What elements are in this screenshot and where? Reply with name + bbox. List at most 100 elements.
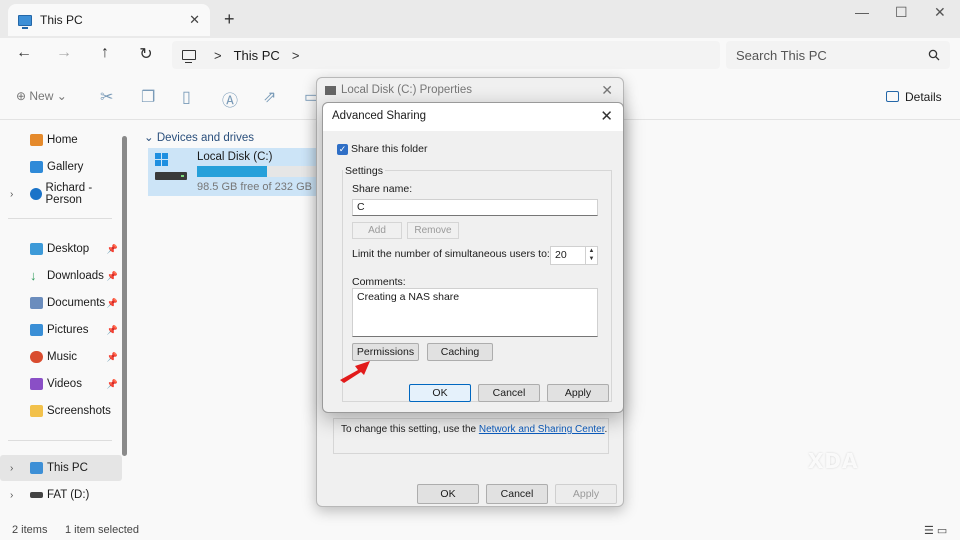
advanced-cancel-button[interactable]: Cancel bbox=[478, 384, 540, 402]
pin-icon: 📌 bbox=[106, 243, 118, 254]
sidebar-item-label: Videos bbox=[47, 378, 82, 390]
sidebar-scrollbar[interactable] bbox=[122, 136, 127, 456]
sidebar-item-label: Richard - Person bbox=[45, 182, 93, 206]
tab-title: This PC bbox=[40, 13, 83, 27]
sidebar-item-fat-d[interactable]: › FAT (D:) bbox=[0, 482, 122, 508]
minimize-icon[interactable]: — bbox=[855, 4, 869, 20]
chevron-right-icon[interactable]: › bbox=[10, 189, 13, 200]
new-tab-icon[interactable]: + bbox=[224, 9, 235, 30]
this-pc-icon bbox=[18, 14, 32, 29]
share-folder-checkbox[interactable]: ✓ Share this folder bbox=[337, 143, 427, 155]
properties-close-icon[interactable]: ✕ bbox=[601, 82, 613, 99]
details-button[interactable]: Details bbox=[886, 90, 942, 104]
forward-icon[interactable]: → bbox=[52, 44, 76, 62]
up-icon[interactable]: ↑ bbox=[93, 44, 117, 62]
share-icon[interactable]: ⇗ bbox=[263, 87, 276, 107]
rename-icon[interactable]: Ⓐ bbox=[222, 87, 238, 111]
section-label: Devices and drives bbox=[156, 132, 254, 144]
item-count: 2 items bbox=[12, 524, 48, 536]
chevron-right-icon[interactable]: › bbox=[10, 463, 13, 474]
xda-watermark-logo: XDA bbox=[808, 449, 859, 473]
sidebar-item-music[interactable]: Music 📌 bbox=[0, 344, 122, 370]
search-icon[interactable] bbox=[928, 49, 940, 61]
properties-title-bar: Local Disk (C:) Properties bbox=[325, 84, 472, 96]
user-limit-value: 20 bbox=[555, 249, 567, 261]
drive-item-c[interactable]: Local Disk (C:) 98.5 GB free of 232 GB bbox=[148, 148, 318, 196]
remove-button[interactable]: Remove bbox=[407, 222, 459, 239]
devices-section-header[interactable]: ⌄ Devices and drives bbox=[144, 130, 254, 144]
sidebar-item-label: Pictures bbox=[47, 324, 89, 336]
sidebar-item-pictures[interactable]: Pictures 📌 bbox=[0, 317, 122, 343]
refresh-icon[interactable]: ↻ bbox=[134, 44, 158, 64]
details-label: Details bbox=[905, 90, 942, 104]
properties-apply-button[interactable]: Apply bbox=[555, 484, 617, 504]
details-pane-icon bbox=[886, 91, 899, 102]
tab-close-icon[interactable]: ✕ bbox=[189, 12, 200, 28]
limit-users-label: Limit the number of simultaneous users t… bbox=[352, 248, 550, 260]
network-sharing-center-link[interactable]: Network and Sharing Center bbox=[479, 424, 605, 435]
network-help-text: To change this setting, use the Network … bbox=[341, 424, 607, 435]
comments-field[interactable]: Creating a NAS share bbox=[352, 288, 598, 337]
monitor-icon bbox=[182, 50, 196, 63]
breadcrumb-this-pc[interactable]: This PC bbox=[234, 48, 280, 63]
sidebar-divider bbox=[8, 218, 112, 219]
sidebar-item-label: Gallery bbox=[47, 161, 84, 173]
chevron-right-icon[interactable]: › bbox=[10, 490, 13, 501]
disk-icon bbox=[325, 85, 336, 95]
pin-icon: 📌 bbox=[106, 351, 118, 362]
breadcrumb-separator-icon[interactable]: > bbox=[214, 48, 222, 63]
gallery-icon bbox=[30, 161, 43, 173]
search-placeholder: Search This PC bbox=[736, 47, 827, 63]
back-icon[interactable]: ← bbox=[12, 44, 36, 62]
sidebar-item-this-pc[interactable]: › This PC bbox=[0, 455, 122, 481]
sidebar-divider bbox=[8, 440, 112, 441]
user-limit-stepper[interactable]: 20 ▲ ▼ bbox=[550, 246, 598, 265]
sidebar-item-gallery[interactable]: Gallery bbox=[0, 154, 122, 180]
close-window-icon[interactable]: ✕ bbox=[934, 4, 946, 21]
sidebar-item-downloads[interactable]: ↓ Downloads 📌 bbox=[0, 263, 122, 289]
caching-button[interactable]: Caching bbox=[427, 343, 493, 361]
advanced-apply-button[interactable]: Apply bbox=[547, 384, 609, 402]
sidebar-item-label: FAT (D:) bbox=[47, 489, 90, 501]
cut-icon[interactable]: ✂ bbox=[100, 87, 113, 107]
tab-this-pc[interactable]: This PC ✕ bbox=[8, 4, 210, 36]
sidebar-item-desktop[interactable]: Desktop 📌 bbox=[0, 236, 122, 262]
share-name-label: Share name: bbox=[352, 183, 413, 195]
sidebar-item-screenshots[interactable]: Screenshots bbox=[0, 398, 122, 424]
pin-icon: 📌 bbox=[106, 297, 118, 308]
desktop-icon bbox=[30, 243, 43, 255]
selection-count: 1 item selected bbox=[65, 524, 139, 536]
breadcrumb-separator-icon[interactable]: > bbox=[292, 48, 300, 63]
share-folder-label: Share this folder bbox=[351, 143, 428, 155]
sidebar-item-onedrive[interactable]: › Richard - Person bbox=[0, 181, 122, 207]
pin-icon: 📌 bbox=[106, 378, 118, 389]
search-input[interactable]: Search This PC bbox=[726, 41, 950, 69]
stepper-arrows-icon[interactable]: ▲ ▼ bbox=[585, 247, 597, 264]
videos-icon bbox=[30, 378, 43, 390]
navigation-bar: ← → ↑ ↻ > This PC > Search This PC bbox=[0, 38, 960, 74]
add-button[interactable]: Add bbox=[352, 222, 402, 239]
sidebar-item-videos[interactable]: Videos 📌 bbox=[0, 371, 122, 397]
properties-title: Local Disk (C:) Properties bbox=[341, 84, 473, 96]
help-prefix: To change this setting, use the bbox=[341, 424, 477, 435]
download-icon: ↓ bbox=[30, 268, 37, 283]
drive-icon bbox=[30, 492, 43, 498]
maximize-icon[interactable]: ☐ bbox=[895, 4, 908, 21]
address-bar[interactable]: > This PC > bbox=[172, 41, 720, 69]
advanced-ok-button[interactable]: OK bbox=[409, 384, 471, 402]
share-name-field[interactable]: C bbox=[352, 199, 598, 216]
advanced-close-icon[interactable]: ✕ bbox=[600, 107, 613, 125]
pc-icon bbox=[30, 462, 43, 474]
copy-icon[interactable]: ❐ bbox=[141, 87, 155, 107]
paste-icon[interactable]: ▯ bbox=[182, 87, 191, 107]
properties-cancel-button[interactable]: Cancel bbox=[486, 484, 548, 504]
sidebar-item-home[interactable]: Home bbox=[0, 127, 122, 153]
music-icon bbox=[30, 351, 43, 363]
properties-ok-button[interactable]: OK bbox=[417, 484, 479, 504]
sidebar-item-documents[interactable]: Documents 📌 bbox=[0, 290, 122, 316]
new-button[interactable]: ⊕ New ⌄ bbox=[16, 89, 67, 103]
sidebar-item-label: This PC bbox=[47, 462, 88, 474]
sidebar-item-label: Screenshots bbox=[47, 405, 111, 417]
drive-usage-fill bbox=[197, 166, 268, 177]
view-toggle-icon[interactable]: ☰ ▭ bbox=[924, 524, 947, 537]
